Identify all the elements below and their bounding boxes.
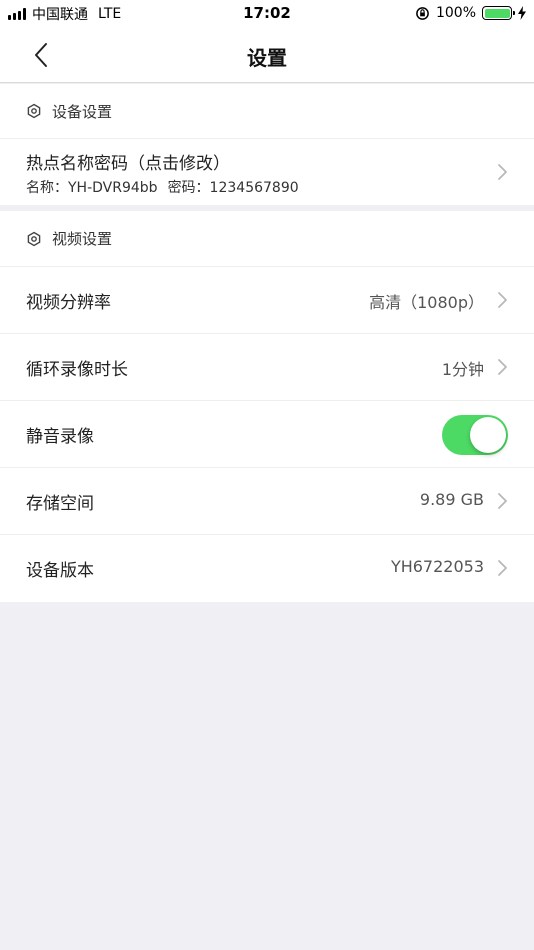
charging-bolt-icon xyxy=(518,6,526,20)
video-settings-section: 视频设置 视频分辨率 高清（1080p） 循环录像时长 1分钟 静音录像 存储空… xyxy=(0,211,534,602)
storage-value: 9.89 GB xyxy=(419,490,484,509)
hotspot-password: 密码：1234567890 xyxy=(167,180,299,196)
navigation-bar: 设置 xyxy=(0,28,534,83)
hotspot-name: 名称：YH-DVR94bb xyxy=(26,180,158,196)
device-settings-header: 设备设置 xyxy=(0,84,534,139)
chevron-right-icon xyxy=(498,493,507,509)
settings-screen: 中国联通 LTE 17:02 100% 设置 设备设置 热点名称密码（点击修改）… xyxy=(0,0,534,950)
loop-duration-row[interactable]: 循环录像时长 1分钟 xyxy=(0,334,534,401)
device-settings-section: 设备设置 热点名称密码（点击修改） 名称：YH-DVR94bb 密码：123456… xyxy=(0,84,534,205)
resolution-label: 视频分辨率 xyxy=(26,293,111,313)
loop-duration-label: 循环录像时长 xyxy=(26,360,128,380)
battery-icon xyxy=(482,6,515,20)
chevron-right-icon xyxy=(498,292,507,308)
device-version-label: 设备版本 xyxy=(26,561,94,581)
chevron-right-icon xyxy=(498,560,507,576)
video-settings-header: 视频设置 xyxy=(0,211,534,267)
page-title: 设置 xyxy=(247,46,287,70)
status-bar: 中国联通 LTE 17:02 100% xyxy=(0,0,534,28)
hotspot-settings-row[interactable]: 热点名称密码（点击修改） 名称：YH-DVR94bb 密码：1234567890 xyxy=(0,139,534,205)
device-version-value: YH6722053 xyxy=(390,557,484,576)
hotspot-details: 名称：YH-DVR94bb 密码：1234567890 xyxy=(26,177,299,197)
hotspot-title: 热点名称密码（点击修改） xyxy=(26,154,230,174)
section-title: 视频设置 xyxy=(52,230,113,248)
mute-recording-label: 静音录像 xyxy=(26,427,94,447)
rotation-lock-icon xyxy=(416,6,429,20)
settings-hex-icon xyxy=(27,231,41,246)
status-right: 100% xyxy=(415,4,526,22)
battery-percent: 100% xyxy=(435,5,476,21)
resolution-value: 高清（1080p） xyxy=(369,293,484,312)
storage-row[interactable]: 存储空间 9.89 GB xyxy=(0,468,534,535)
device-version-row[interactable]: 设备版本 YH6722053 xyxy=(0,535,534,602)
mute-recording-row: 静音录像 xyxy=(0,401,534,468)
storage-label: 存储空间 xyxy=(26,494,94,514)
settings-hex-icon xyxy=(27,103,41,119)
chevron-right-icon xyxy=(498,359,507,375)
chevron-right-icon xyxy=(498,164,507,180)
loop-duration-value: 1分钟 xyxy=(441,360,484,379)
toggle-knob xyxy=(470,417,506,453)
mute-recording-toggle[interactable] xyxy=(442,415,508,455)
section-title: 设备设置 xyxy=(52,102,113,121)
resolution-row[interactable]: 视频分辨率 高清（1080p） xyxy=(0,267,534,334)
